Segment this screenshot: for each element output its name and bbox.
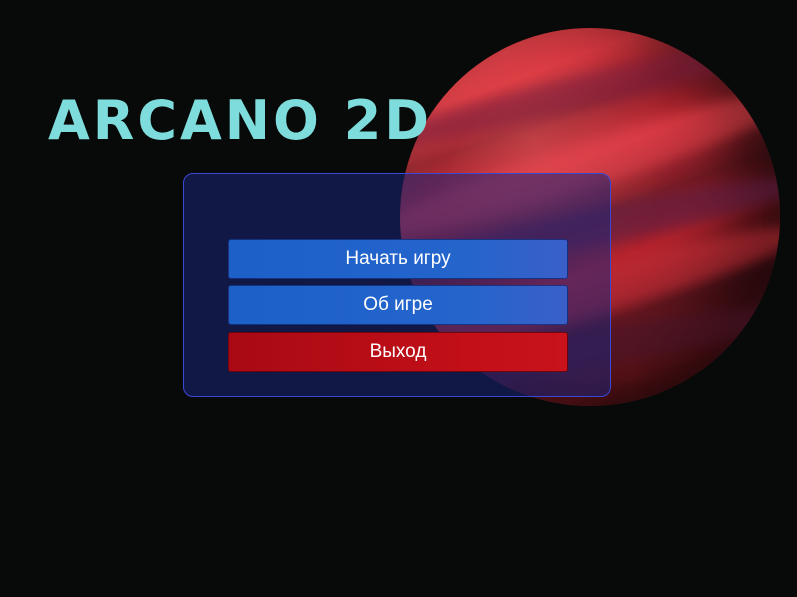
game-title: ARCANO 2D [48,89,433,152]
about-game-button[interactable]: Об игре [228,285,568,325]
exit-button[interactable]: Выход [228,332,568,372]
main-menu-panel: Начать игру Об игре Выход [183,173,611,397]
game-screen: ARCANO 2D Начать игру Об игре Выход [0,0,797,597]
start-game-button[interactable]: Начать игру [228,239,568,279]
